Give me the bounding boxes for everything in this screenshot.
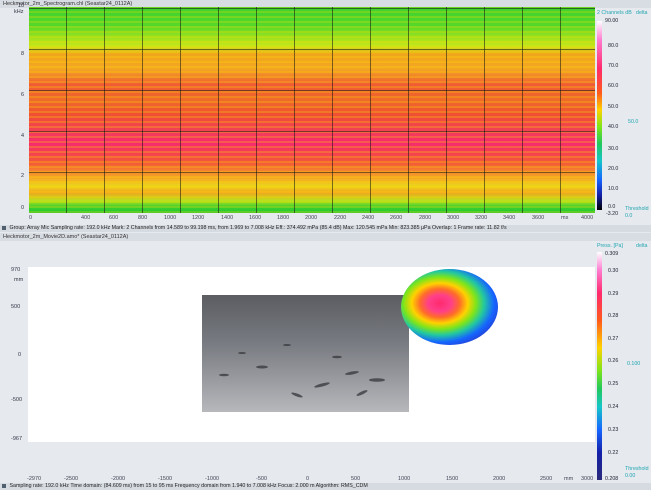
spectrogram-x-tick: 1800 xyxy=(277,215,290,221)
spectrogram-y-unit: kHz xyxy=(14,9,24,15)
spectrogram-colorbar-tick: 30.0 xyxy=(608,146,619,152)
spectrogram-x-tick: 3600 xyxy=(532,215,545,221)
spectrogram-status-text: Group: Array Mic Sampling rate: 192.0 kH… xyxy=(9,225,507,231)
spectrogram-colorbar-tick: 50.0 xyxy=(608,104,619,110)
spectrogram-colorbar-tick: 0.0 xyxy=(608,204,616,210)
acoustic-map-colorbar-tick: 0.25 xyxy=(608,381,619,387)
spectrogram-x-tick: 400 xyxy=(81,215,91,221)
spectrogram-colorbar-tick: -3.20 xyxy=(606,211,619,217)
acoustic-map-y-tick: 0 xyxy=(18,352,22,358)
acoustic-map-y-unit: mm xyxy=(14,277,24,283)
spectrogram-colorbar-tick: 20.0 xyxy=(608,166,619,172)
acoustic-map-plot[interactable] xyxy=(28,267,595,442)
acoustic-map-title-bar: Heckmotor_2m_Movie2D.amo* (Seastar24_011… xyxy=(0,233,651,241)
spectrogram-colorbar-side-value: 50.0 xyxy=(628,119,639,125)
spectrogram-x-tick: 2000 xyxy=(305,215,318,221)
acoustic-map-x-tick: 500 xyxy=(351,476,361,482)
spectrogram-colorbar-header: 2 Channels dB xyxy=(597,10,632,16)
status-expand-icon[interactable] xyxy=(2,483,6,488)
acoustic-map-x-tick: mm xyxy=(564,476,574,482)
acoustic-map-colorbar-tick: 0.24 xyxy=(608,404,619,410)
acoustic-map-colorbar-tick: 0.29 xyxy=(608,291,619,297)
spectrogram-x-tick: 600 xyxy=(109,215,119,221)
acoustic-map-colorbar-tick: 0.22 xyxy=(608,450,619,456)
spectrogram-colorbar-delta: delta xyxy=(636,10,648,16)
spectrogram-colorbar-tick: 60.0 xyxy=(608,83,619,89)
acoustic-map-colorbar-delta: delta xyxy=(636,243,648,249)
acoustic-map-x-tick: -2000 xyxy=(111,476,126,482)
spectrogram-colorbar-tick: 10.0 xyxy=(608,186,619,192)
acoustic-map-colorbar-tick: 0.30 xyxy=(608,268,619,274)
camera-image xyxy=(202,295,409,412)
acoustic-map-colorbar-tick: 0.208 xyxy=(605,476,619,482)
acoustic-map-colorbar-header: Press. [Pa] xyxy=(597,243,623,249)
spectrogram-x-tick: 1000 xyxy=(164,215,177,221)
acoustic-hotspot[interactable] xyxy=(401,269,498,345)
acoustic-map-y-tick: -500 xyxy=(11,397,23,403)
acoustic-map-status-text: Sampling rate: 192.0 kHz Time domain: (8… xyxy=(9,483,368,489)
acoustic-map-colorbar-side-value: 0.100 xyxy=(627,361,641,367)
spectrogram-plot[interactable] xyxy=(29,7,595,213)
acoustic-map-threshold-value: 0.00 xyxy=(625,473,636,479)
acoustic-map-x-tick: 2500 xyxy=(540,476,553,482)
spectrogram-colorbar-tick: 40.0 xyxy=(608,124,619,130)
spectrogram-x-tick: 800 xyxy=(138,215,148,221)
spectrogram-x-tick: 3400 xyxy=(503,215,516,221)
spectrogram-y-tick: 2 xyxy=(21,173,25,179)
spectrogram-x-tick: 3000 xyxy=(447,215,460,221)
spectrogram-x-tick: 1600 xyxy=(249,215,262,221)
spectrogram-y-tick: 4 xyxy=(21,133,25,139)
acoustic-map-colorbar-tick: 0.28 xyxy=(608,313,619,319)
acoustic-map-colorbar[interactable] xyxy=(597,252,602,480)
spectrogram-y-tick: 6 xyxy=(21,92,25,98)
spectrogram-x-tick: 0 xyxy=(29,215,33,221)
acoustic-map-x-tick: -500 xyxy=(256,476,268,482)
spectrogram-colorbar-tick: 80.0 xyxy=(608,43,619,49)
spectrogram-x-tick: 2200 xyxy=(334,215,347,221)
spectrogram-x-tick: 4000 xyxy=(581,215,594,221)
acoustic-map-title: Heckmotor_2m_Movie2D.amo* (Seastar24_011… xyxy=(3,234,129,240)
spectrogram-x-tick: 1400 xyxy=(221,215,234,221)
acoustic-map-colorbar-tick: 0.26 xyxy=(608,358,619,364)
acoustic-map-x-tick: 1500 xyxy=(446,476,459,482)
acoustic-map-colorbar-tick: 0.309 xyxy=(605,251,619,257)
spectrogram-x-tick: 1200 xyxy=(192,215,205,221)
acoustic-map-threshold-label: Threshold xyxy=(625,466,649,472)
spectrogram-threshold-value: 0.0 xyxy=(625,213,633,219)
spectrogram-x-tick: 3200 xyxy=(475,215,488,221)
spectrogram-x-tick: 2800 xyxy=(419,215,432,221)
spectrogram-x-axis: 0 400 600 800 1000 1200 1400 1600 1800 2… xyxy=(0,215,600,223)
spectrogram-threshold-label: Threshold xyxy=(625,206,649,212)
spectrogram-x-tick: 2400 xyxy=(362,215,375,221)
spectrogram-colorbar-tick: 70.0 xyxy=(608,63,619,69)
acoustic-map-x-tick: 2000 xyxy=(493,476,506,482)
acoustic-map-y-tick: -967 xyxy=(11,436,23,442)
status-expand-icon[interactable] xyxy=(2,225,6,230)
acoustic-map-colorbar-tick: 0.27 xyxy=(608,336,619,342)
spectrogram-colorbar[interactable] xyxy=(597,21,602,210)
acoustic-map-y-tick: 500 xyxy=(11,304,21,310)
spectrogram-y-tick: 8 xyxy=(21,51,25,57)
acoustic-map-y-tick: 970 xyxy=(11,267,21,273)
acoustic-map-x-tick: 0 xyxy=(306,476,310,482)
acoustic-map-x-tick: -1500 xyxy=(158,476,173,482)
acoustic-map-x-tick: -1000 xyxy=(205,476,220,482)
spectrogram-x-tick: ms xyxy=(561,215,569,221)
acoustic-map-x-tick: 3000 xyxy=(581,476,594,482)
spectrogram-colorbar-tick: 90.00 xyxy=(605,18,619,24)
spectrogram-y-tick: 0 xyxy=(21,205,25,211)
acoustic-map-status-bar: Sampling rate: 192.0 kHz Time domain: (8… xyxy=(0,483,651,490)
acoustic-map-x-tick: -2500 xyxy=(64,476,79,482)
spectrogram-x-tick: 2600 xyxy=(390,215,403,221)
spectrogram-status-bar: Group: Array Mic Sampling rate: 192.0 kH… xyxy=(0,225,651,232)
acoustic-map-colorbar-tick: 0.23 xyxy=(608,427,619,433)
spectrogram-y-tick: 10 xyxy=(18,3,25,9)
acoustic-map-x-tick: 1000 xyxy=(398,476,411,482)
acoustic-map-x-tick: -2970 xyxy=(27,476,42,482)
